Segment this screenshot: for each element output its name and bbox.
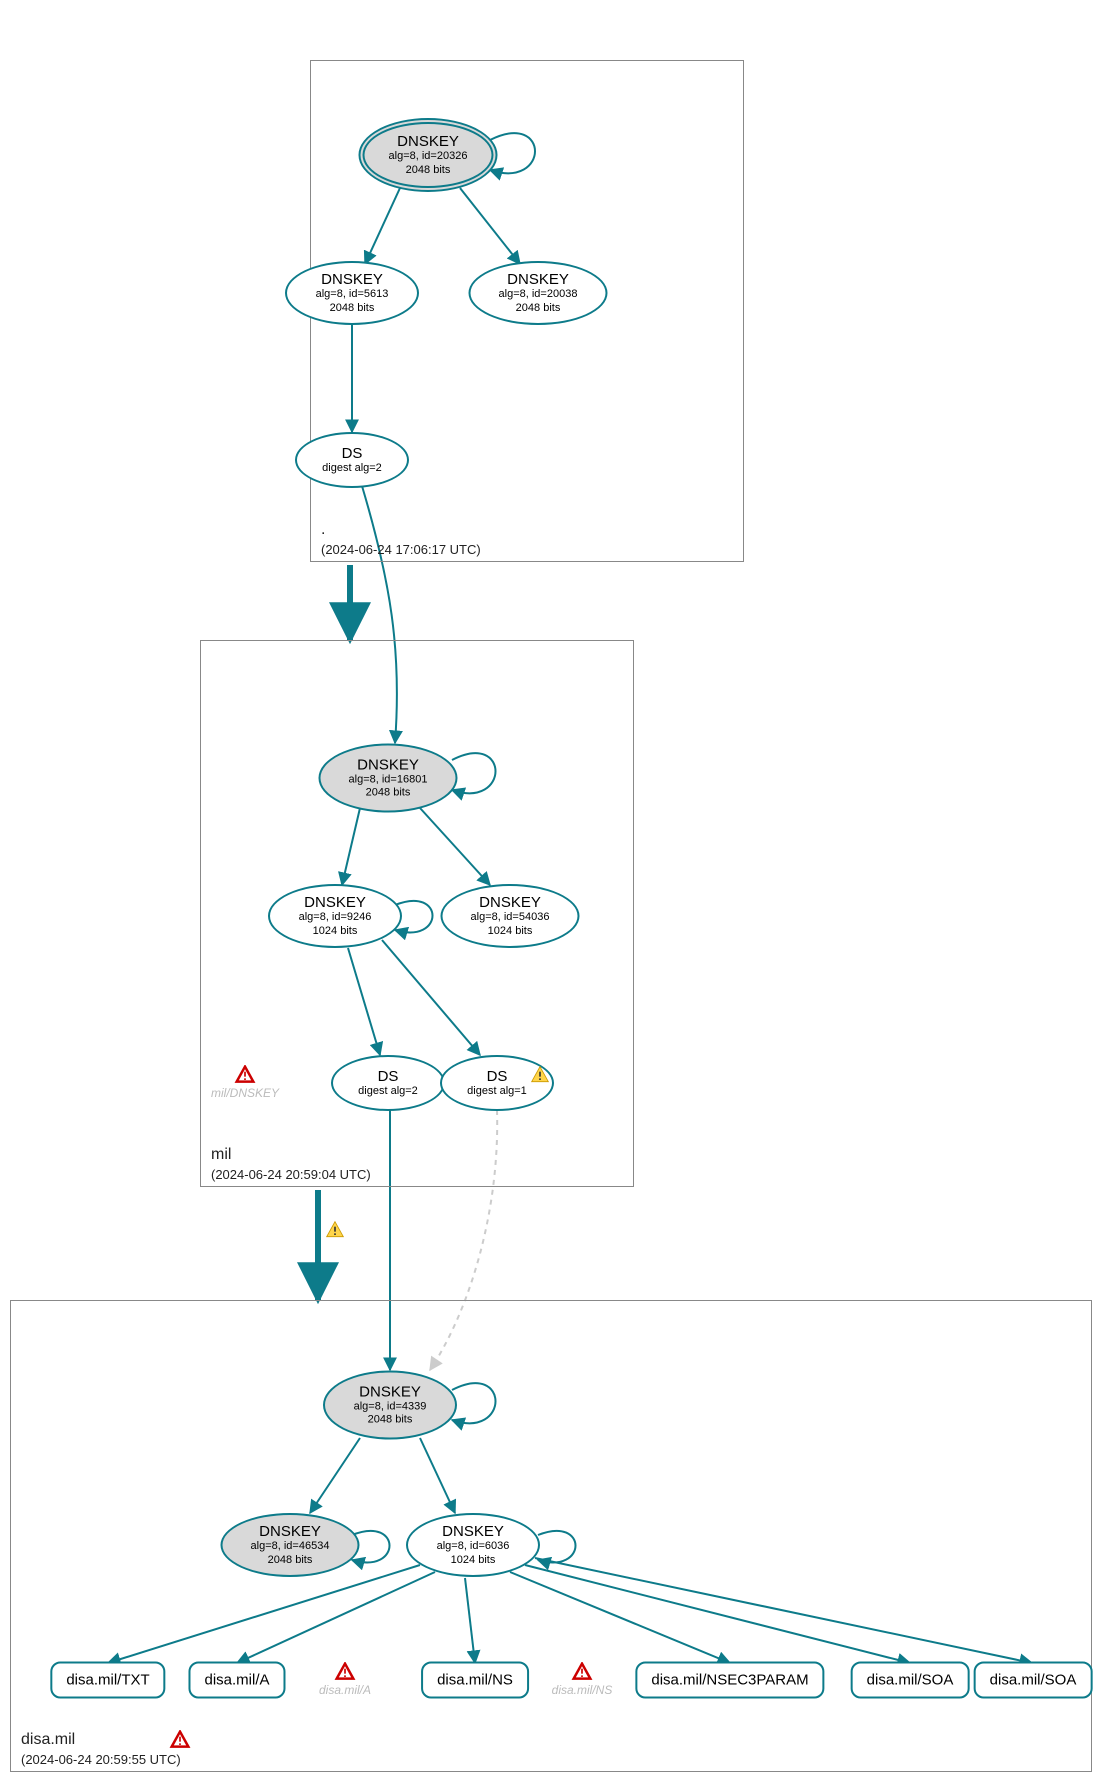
warning-icon <box>324 1220 346 1240</box>
node-mil-zsk1: DNSKEY alg=8, id=9246 1024 bits <box>268 884 402 948</box>
zone-mil-timestamp: (2024-06-24 20:59:04 UTC) <box>211 1167 371 1182</box>
node-mil-ds1: DS digest alg=2 <box>331 1055 445 1111</box>
node-disa-zsk2: DNSKEY alg=8, id=6036 1024 bits <box>406 1513 540 1577</box>
ghost-mil-dnskey: mil/DNSKEY <box>211 1086 279 1100</box>
zone-disa-timestamp: (2024-06-24 20:59:55 UTC) <box>21 1752 181 1767</box>
ghost-disa-a: disa.mil/A <box>319 1683 371 1697</box>
node-disa-ksk: DNSKEY alg=8, id=4339 2048 bits <box>323 1371 457 1440</box>
warning-icon <box>571 1662 593 1682</box>
zone-disa: disa.mil (2024-06-24 20:59:55 UTC) <box>10 1300 1092 1772</box>
node-root-zsk1: DNSKEY alg=8, id=5613 2048 bits <box>285 261 419 325</box>
rr-nsec3param: disa.mil/NSEC3PARAM <box>635 1662 824 1699</box>
node-root-zsk2: DNSKEY alg=8, id=20038 2048 bits <box>469 261 608 325</box>
rr-soa2: disa.mil/SOA <box>974 1662 1093 1699</box>
rr-soa1: disa.mil/SOA <box>851 1662 970 1699</box>
node-mil-ksk: DNSKEY alg=8, id=16801 2048 bits <box>319 744 458 813</box>
zone-root-name: . <box>321 521 325 539</box>
warning-icon <box>234 1065 256 1085</box>
rr-txt: disa.mil/TXT <box>50 1662 165 1699</box>
ghost-disa-ns: disa.mil/NS <box>552 1683 613 1697</box>
node-root-ksk: DNSKEY alg=8, id=20326 2048 bits <box>359 118 498 192</box>
warning-icon <box>334 1662 356 1682</box>
warning-icon <box>169 1730 191 1750</box>
zone-mil-name: mil <box>211 1146 231 1164</box>
node-mil-zsk2: DNSKEY alg=8, id=54036 1024 bits <box>441 884 580 948</box>
rr-a: disa.mil/A <box>188 1662 285 1699</box>
warning-icon <box>529 1065 551 1085</box>
zone-root-timestamp: (2024-06-24 17:06:17 UTC) <box>321 542 481 557</box>
zone-disa-name: disa.mil <box>21 1731 75 1749</box>
rr-ns: disa.mil/NS <box>421 1662 529 1699</box>
node-root-ds: DS digest alg=2 <box>295 432 409 488</box>
node-disa-zsk1: DNSKEY alg=8, id=46534 2048 bits <box>221 1513 360 1577</box>
